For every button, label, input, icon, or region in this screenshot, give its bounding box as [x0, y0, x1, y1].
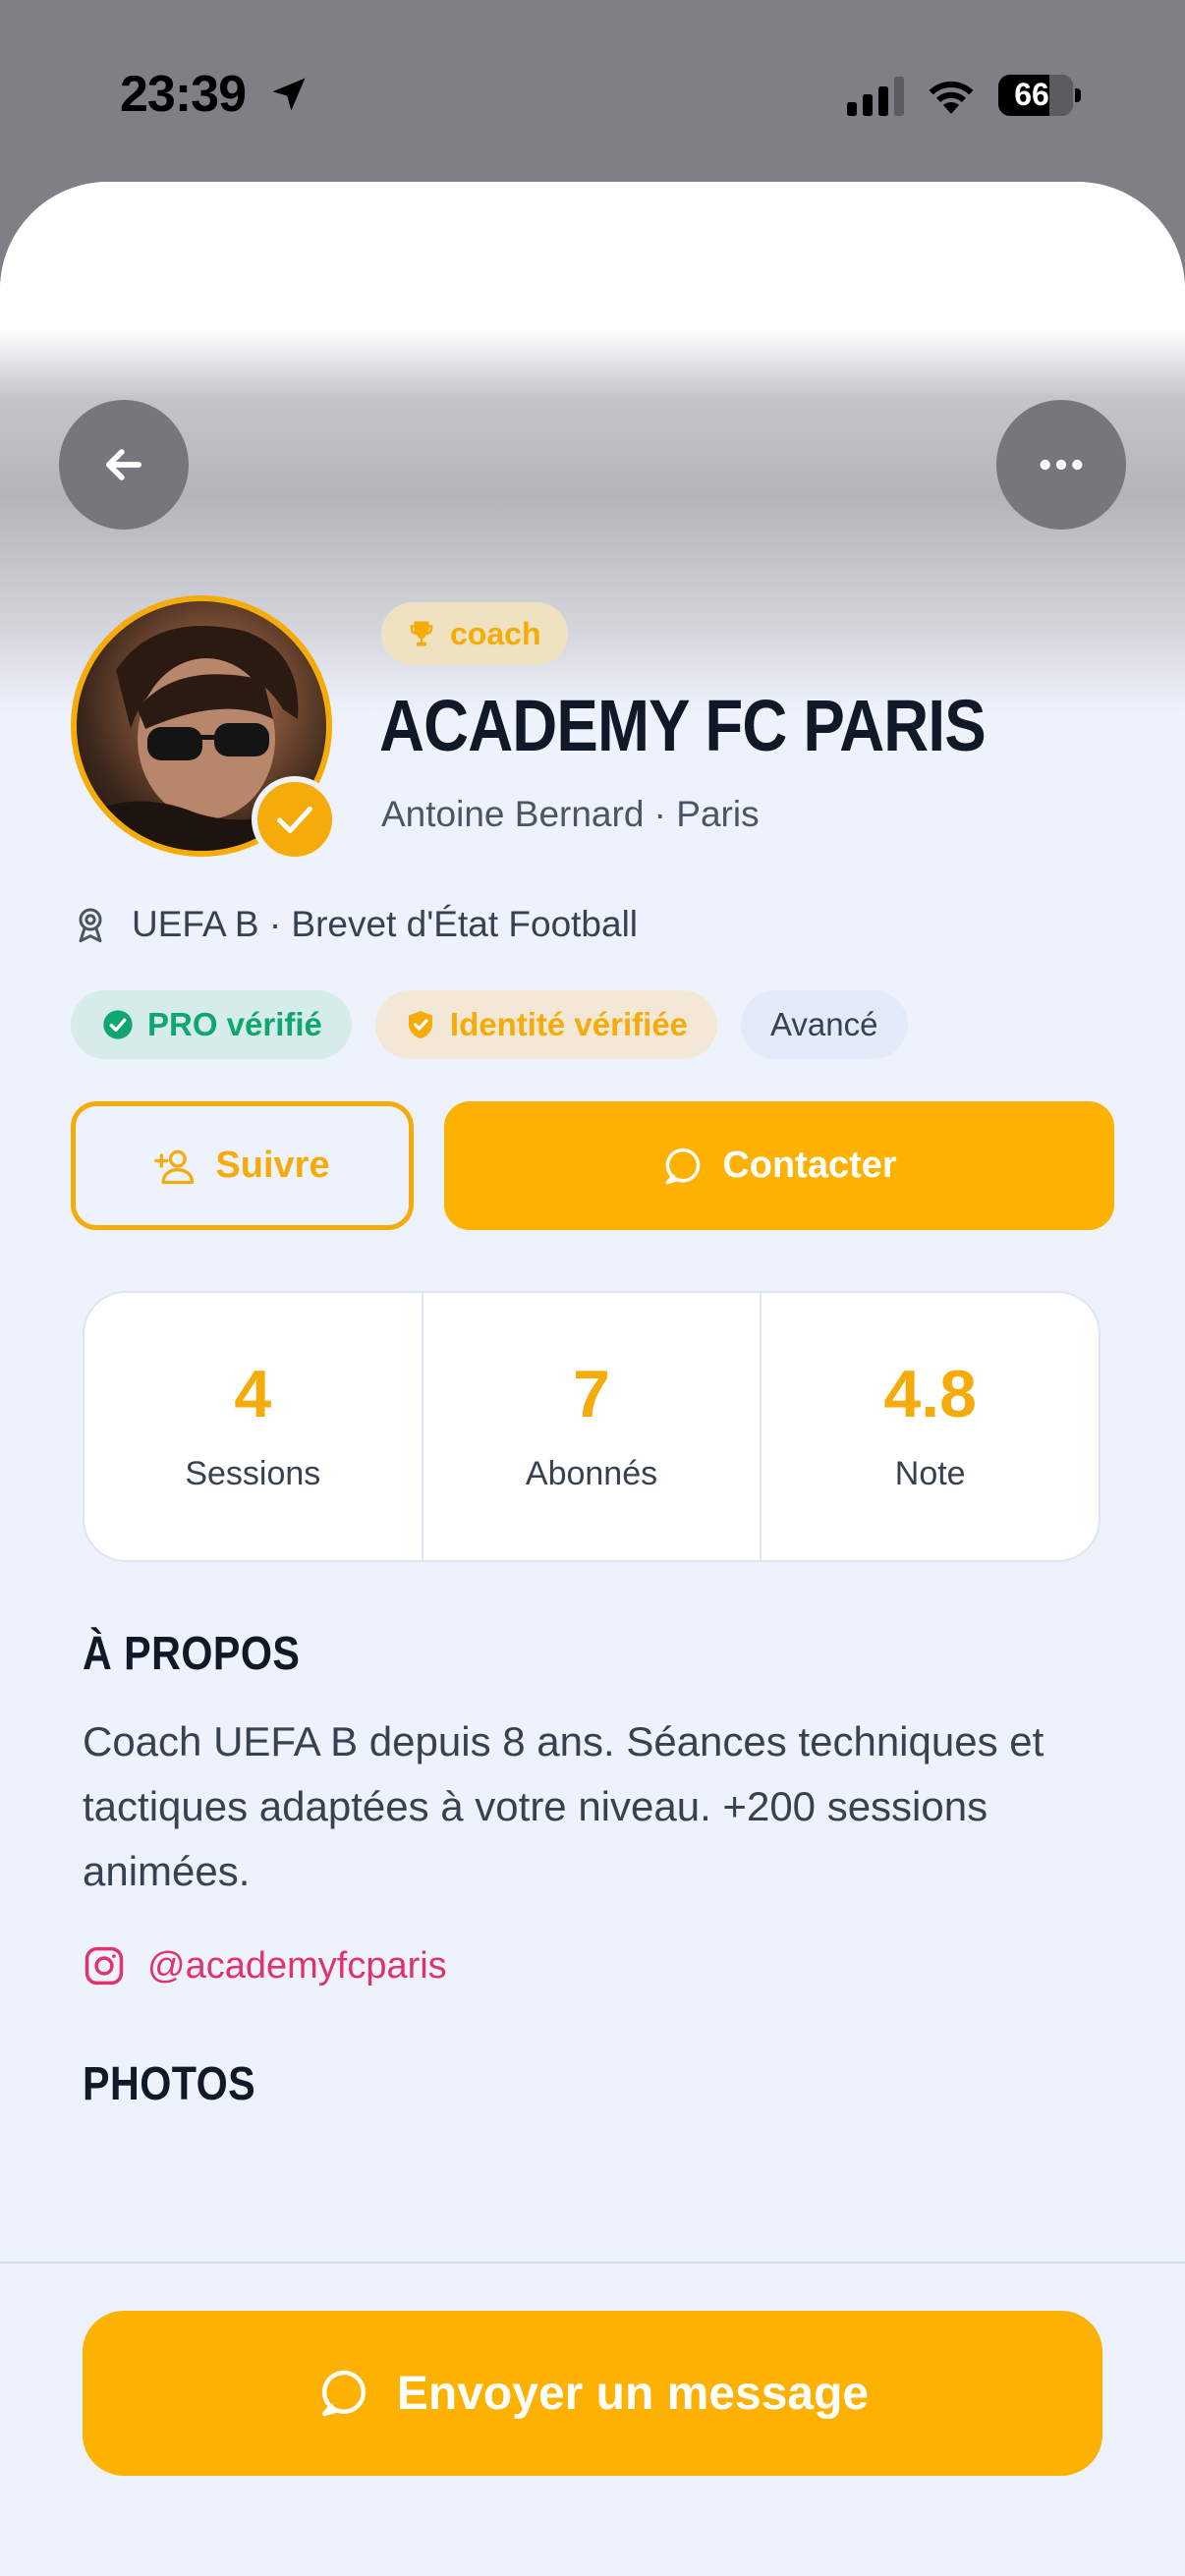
instagram-handle: @academyfcparis — [147, 1944, 447, 1987]
status-bar: 23:39 66 — [0, 0, 1185, 182]
profile-subtitle: Antoine Bernard · Paris — [381, 794, 760, 834]
cellular-signal-icon — [847, 77, 904, 116]
pro-verified-badge: PRO vérifié — [71, 990, 352, 1059]
status-time: 23:39 — [120, 66, 247, 123]
stat-rating: 4.8 Note — [762, 1293, 1099, 1560]
pro-verified-label: PRO vérifié — [147, 1006, 322, 1042]
stat-value: 4 — [234, 1356, 272, 1431]
level-label: Avancé — [770, 1006, 878, 1042]
stat-value: 7 — [573, 1356, 610, 1431]
photos-heading: PHOTOS — [83, 2058, 256, 2110]
check-circle-icon — [103, 1010, 133, 1039]
about-heading: À PROPOS — [83, 1628, 301, 1680]
shield-check-icon — [408, 1011, 432, 1038]
profile-name: ACADEMY FC PARIS — [379, 685, 987, 766]
follow-label: Suivre — [215, 1145, 330, 1186]
contact-button[interactable]: Contacter — [444, 1101, 1114, 1230]
battery-indicator: 66 — [998, 75, 1081, 116]
badge-row: PRO vérifié Identité vérifiée Avancé — [71, 990, 908, 1059]
award-icon — [79, 908, 102, 943]
check-icon — [277, 806, 312, 833]
stat-label: Abonnés — [525, 1454, 658, 1492]
more-options-button[interactable] — [996, 400, 1126, 530]
identity-verified-badge: Identité vérifiée — [374, 990, 718, 1059]
stats-card: 4 Sessions 7 Abonnés 4.8 Note — [83, 1291, 1100, 1562]
certification-text: UEFA B · Brevet d'État Football — [132, 904, 639, 944]
trophy-icon — [410, 621, 433, 646]
send-message-button[interactable]: Envoyer un message — [83, 2311, 1102, 2476]
contact-label: Contacter — [722, 1145, 897, 1186]
location-arrow-icon — [272, 78, 306, 111]
about-text: Coach UEFA B depuis 8 ans. Séances techn… — [83, 1718, 1044, 1894]
stat-value: 4.8 — [883, 1356, 977, 1431]
identity-verified-label: Identité vérifiée — [449, 1006, 689, 1042]
arrow-left-icon — [106, 449, 141, 480]
role-label: coach — [450, 615, 541, 651]
follow-button[interactable]: Suivre — [71, 1101, 414, 1230]
stat-followers: 7 Abonnés — [423, 1293, 762, 1560]
instagram-icon — [85, 1946, 124, 1986]
wifi-icon — [929, 81, 974, 114]
role-chip: coach — [381, 602, 569, 665]
more-horizontal-icon — [1040, 459, 1083, 471]
chat-bubble-icon — [321, 2370, 366, 2417]
stat-label: Note — [894, 1454, 966, 1492]
stat-label: Sessions — [185, 1454, 321, 1492]
back-button[interactable] — [59, 400, 189, 530]
battery-level: 66 — [1014, 77, 1049, 112]
chat-bubble-icon — [665, 1148, 701, 1184]
send-message-label: Envoyer un message — [396, 2367, 870, 2420]
stat-sessions: 4 Sessions — [85, 1293, 423, 1560]
instagram-link[interactable]: @academyfcparis — [83, 1939, 447, 1992]
user-plus-icon — [154, 1149, 195, 1184]
level-badge: Avancé — [741, 990, 908, 1059]
verified-avatar-badge — [252, 776, 338, 863]
certification-row: UEFA B · Brevet d'État Football — [71, 900, 638, 949]
